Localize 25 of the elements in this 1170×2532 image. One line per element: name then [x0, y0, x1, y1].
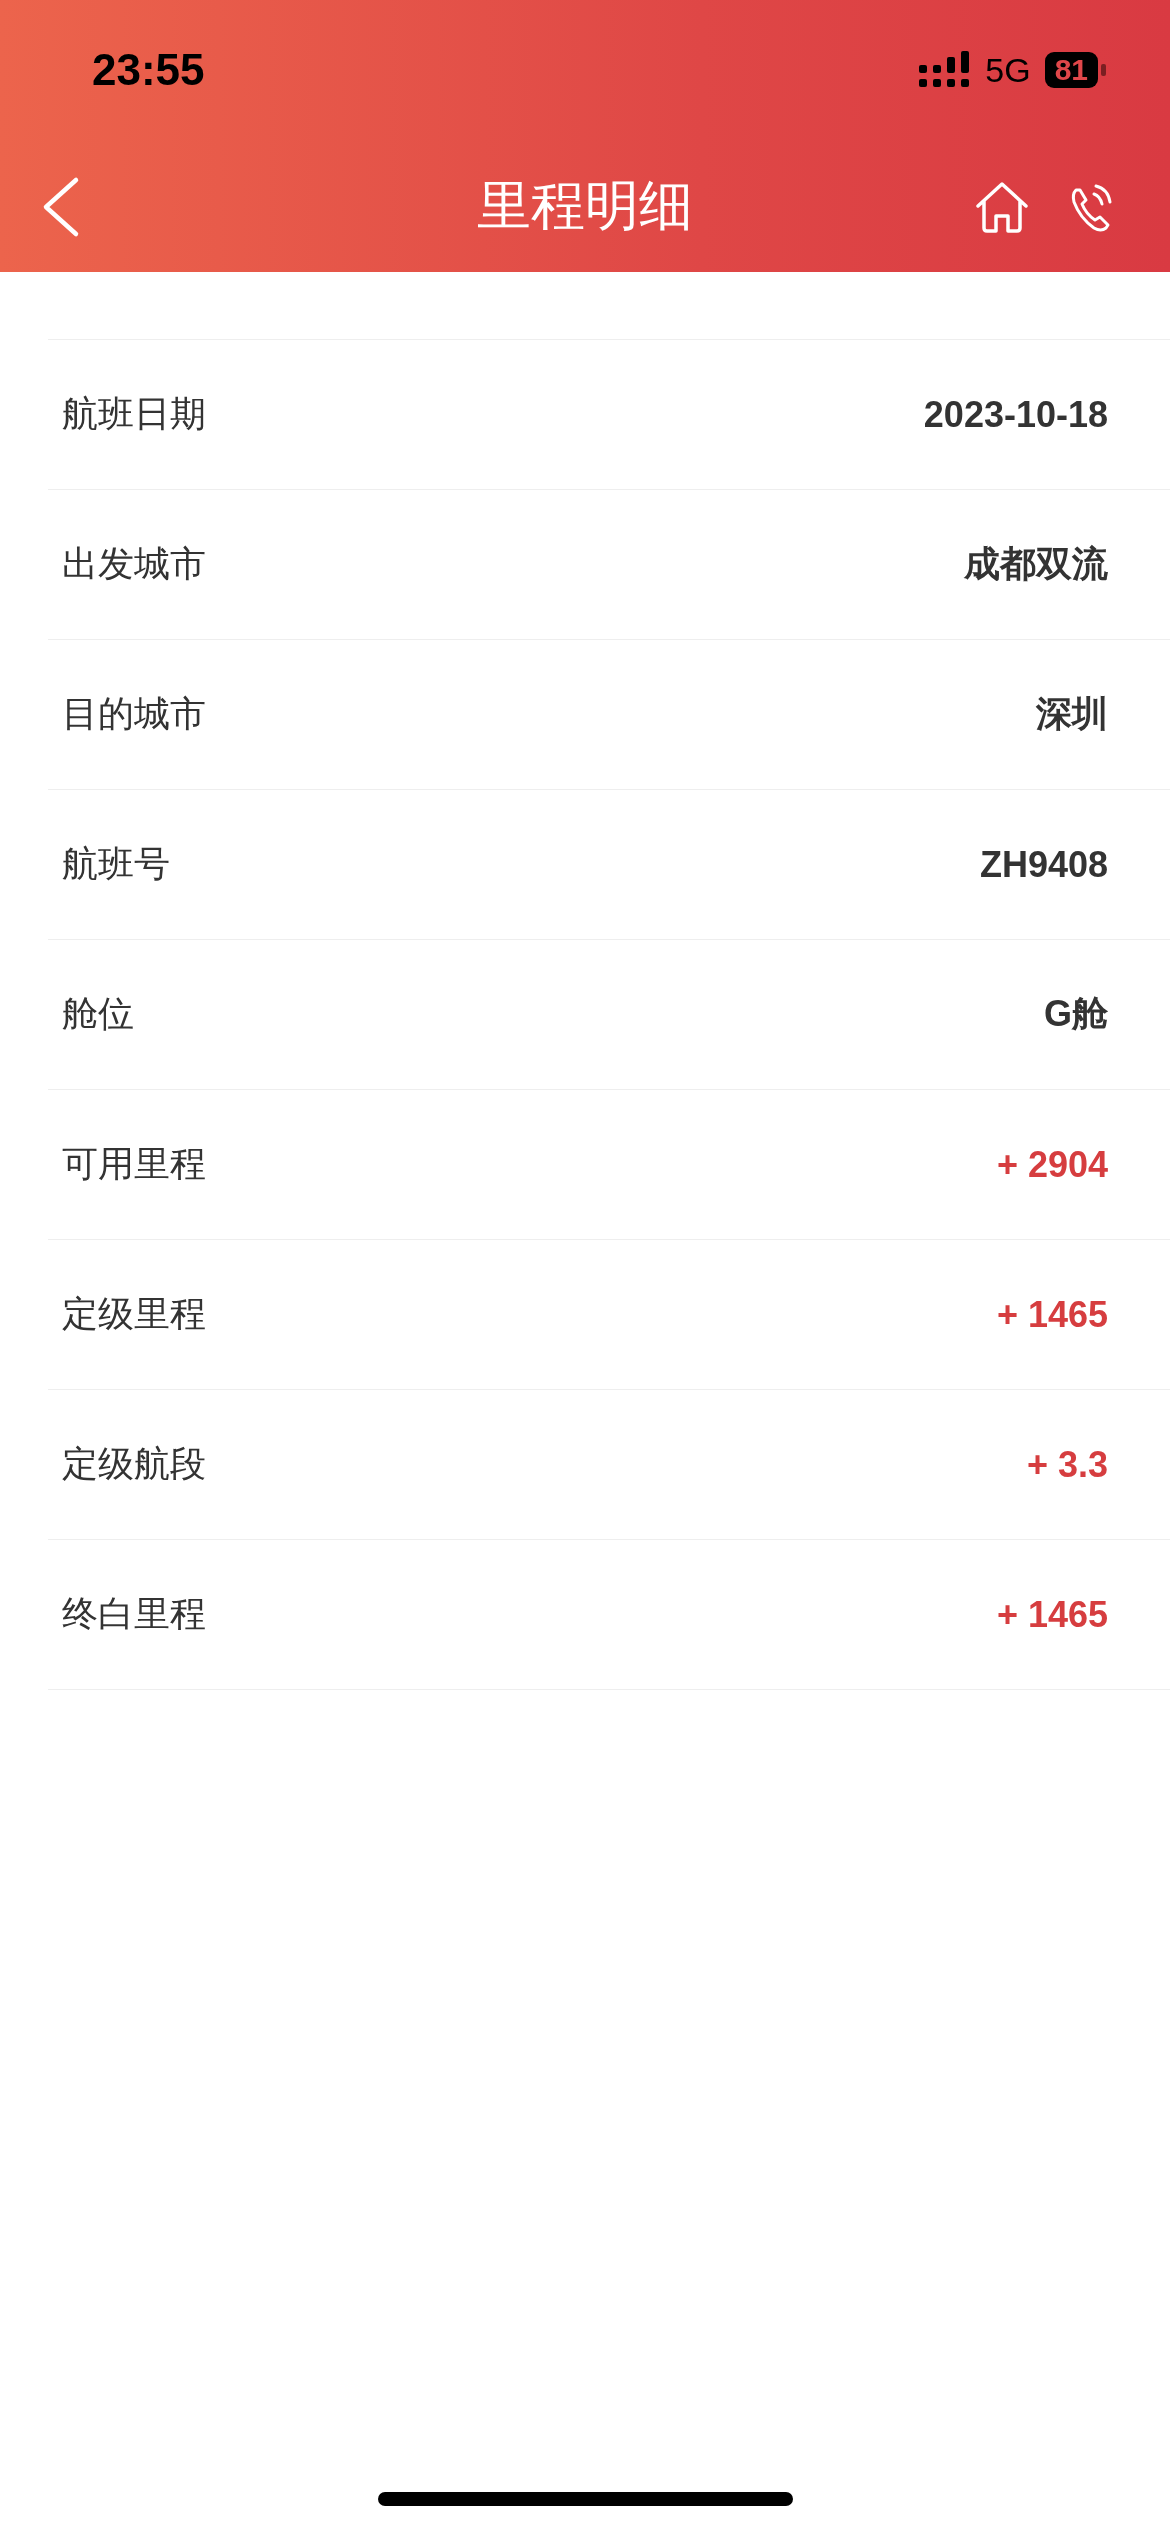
detail-value: G舱: [1044, 992, 1108, 1036]
detail-label: 航班号: [62, 842, 170, 886]
detail-value: + 1465: [996, 1293, 1108, 1336]
detail-label: 终白里程: [62, 1592, 206, 1636]
detail-label: 定级里程: [62, 1292, 206, 1336]
detail-value: 深圳: [1036, 692, 1108, 736]
detail-label: 出发城市: [62, 542, 206, 586]
battery-tip-icon: [1101, 64, 1106, 76]
detail-label: 定级航段: [62, 1442, 206, 1486]
detail-label: 舱位: [62, 992, 134, 1036]
network-label: 5G: [985, 50, 1031, 90]
home-icon[interactable]: [974, 180, 1030, 234]
page-title: 里程明细: [477, 173, 693, 237]
battery-level: 81: [1044, 52, 1098, 88]
detail-label: 航班日期: [62, 392, 206, 436]
detail-value: + 1465: [996, 1593, 1108, 1636]
detail-value: 成都双流: [964, 542, 1108, 586]
detail-value: ZH9408: [979, 843, 1108, 886]
signal-icon: [919, 51, 972, 89]
detail-value: + 2904: [996, 1143, 1108, 1186]
detail-label: 可用里程: [62, 1142, 206, 1186]
detail-label: 目的城市: [62, 692, 206, 736]
status-time: 23:55: [92, 45, 205, 95]
detail-value: + 3.3: [1026, 1443, 1108, 1486]
detail-value: 2023-10-18: [923, 393, 1108, 436]
